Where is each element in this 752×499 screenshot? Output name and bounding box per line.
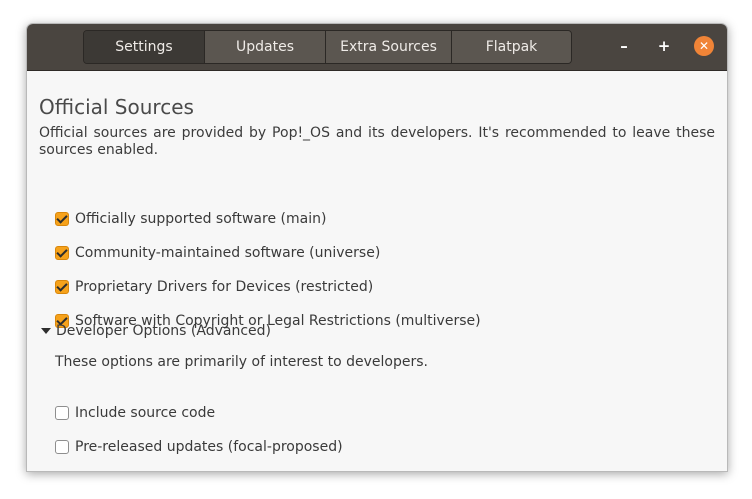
checkbox-checked-icon[interactable] xyxy=(55,280,69,294)
header-bar: Settings Updates Extra Sources Flatpak –… xyxy=(27,24,727,71)
close-button[interactable]: ✕ xyxy=(694,36,714,56)
settings-page: Official Sources Official sources are pr… xyxy=(39,94,715,455)
software-sources-window: Settings Updates Extra Sources Flatpak –… xyxy=(26,23,728,472)
checkbox-unchecked-icon[interactable] xyxy=(55,440,69,454)
tab-flatpak[interactable]: Flatpak xyxy=(452,31,571,63)
official-sources-description: Official sources are provided by Pop!_OS… xyxy=(39,125,715,158)
checkbox-checked-icon[interactable] xyxy=(55,246,69,260)
developer-options-expander[interactable]: Developer Options (Advanced) xyxy=(41,323,271,339)
expander-label: Developer Options (Advanced) xyxy=(56,323,271,339)
minimize-button[interactable]: – xyxy=(614,36,634,56)
checkbox-label: Officially supported software (main) xyxy=(75,211,327,227)
maximize-button[interactable]: + xyxy=(654,36,674,56)
checkbox-universe[interactable]: Community-maintained software (universe) xyxy=(55,243,380,263)
checkbox-source-code[interactable]: Include source code xyxy=(55,403,215,423)
checkbox-label: Pre-released updates (focal-proposed) xyxy=(75,439,343,455)
tab-extra-sources[interactable]: Extra Sources xyxy=(326,31,452,63)
triangle-down-icon xyxy=(41,328,51,334)
tab-settings[interactable]: Settings xyxy=(84,31,205,63)
developer-options-description: These options are primarily of interest … xyxy=(55,354,428,370)
checkbox-label: Community-maintained software (universe) xyxy=(75,245,381,261)
checkbox-label: Proprietary Drivers for Devices (restric… xyxy=(75,279,374,295)
tab-updates[interactable]: Updates xyxy=(205,31,326,63)
checkbox-main[interactable]: Officially supported software (main) xyxy=(55,209,326,229)
page-title: Official Sources xyxy=(39,95,194,119)
checkbox-proposed[interactable]: Pre-released updates (focal-proposed) xyxy=(55,437,343,457)
checkbox-unchecked-icon[interactable] xyxy=(55,406,69,420)
checkbox-label: Include source code xyxy=(75,405,216,421)
tab-bar: Settings Updates Extra Sources Flatpak xyxy=(83,30,572,64)
checkbox-restricted[interactable]: Proprietary Drivers for Devices (restric… xyxy=(55,277,373,297)
checkbox-checked-icon[interactable] xyxy=(55,212,69,226)
